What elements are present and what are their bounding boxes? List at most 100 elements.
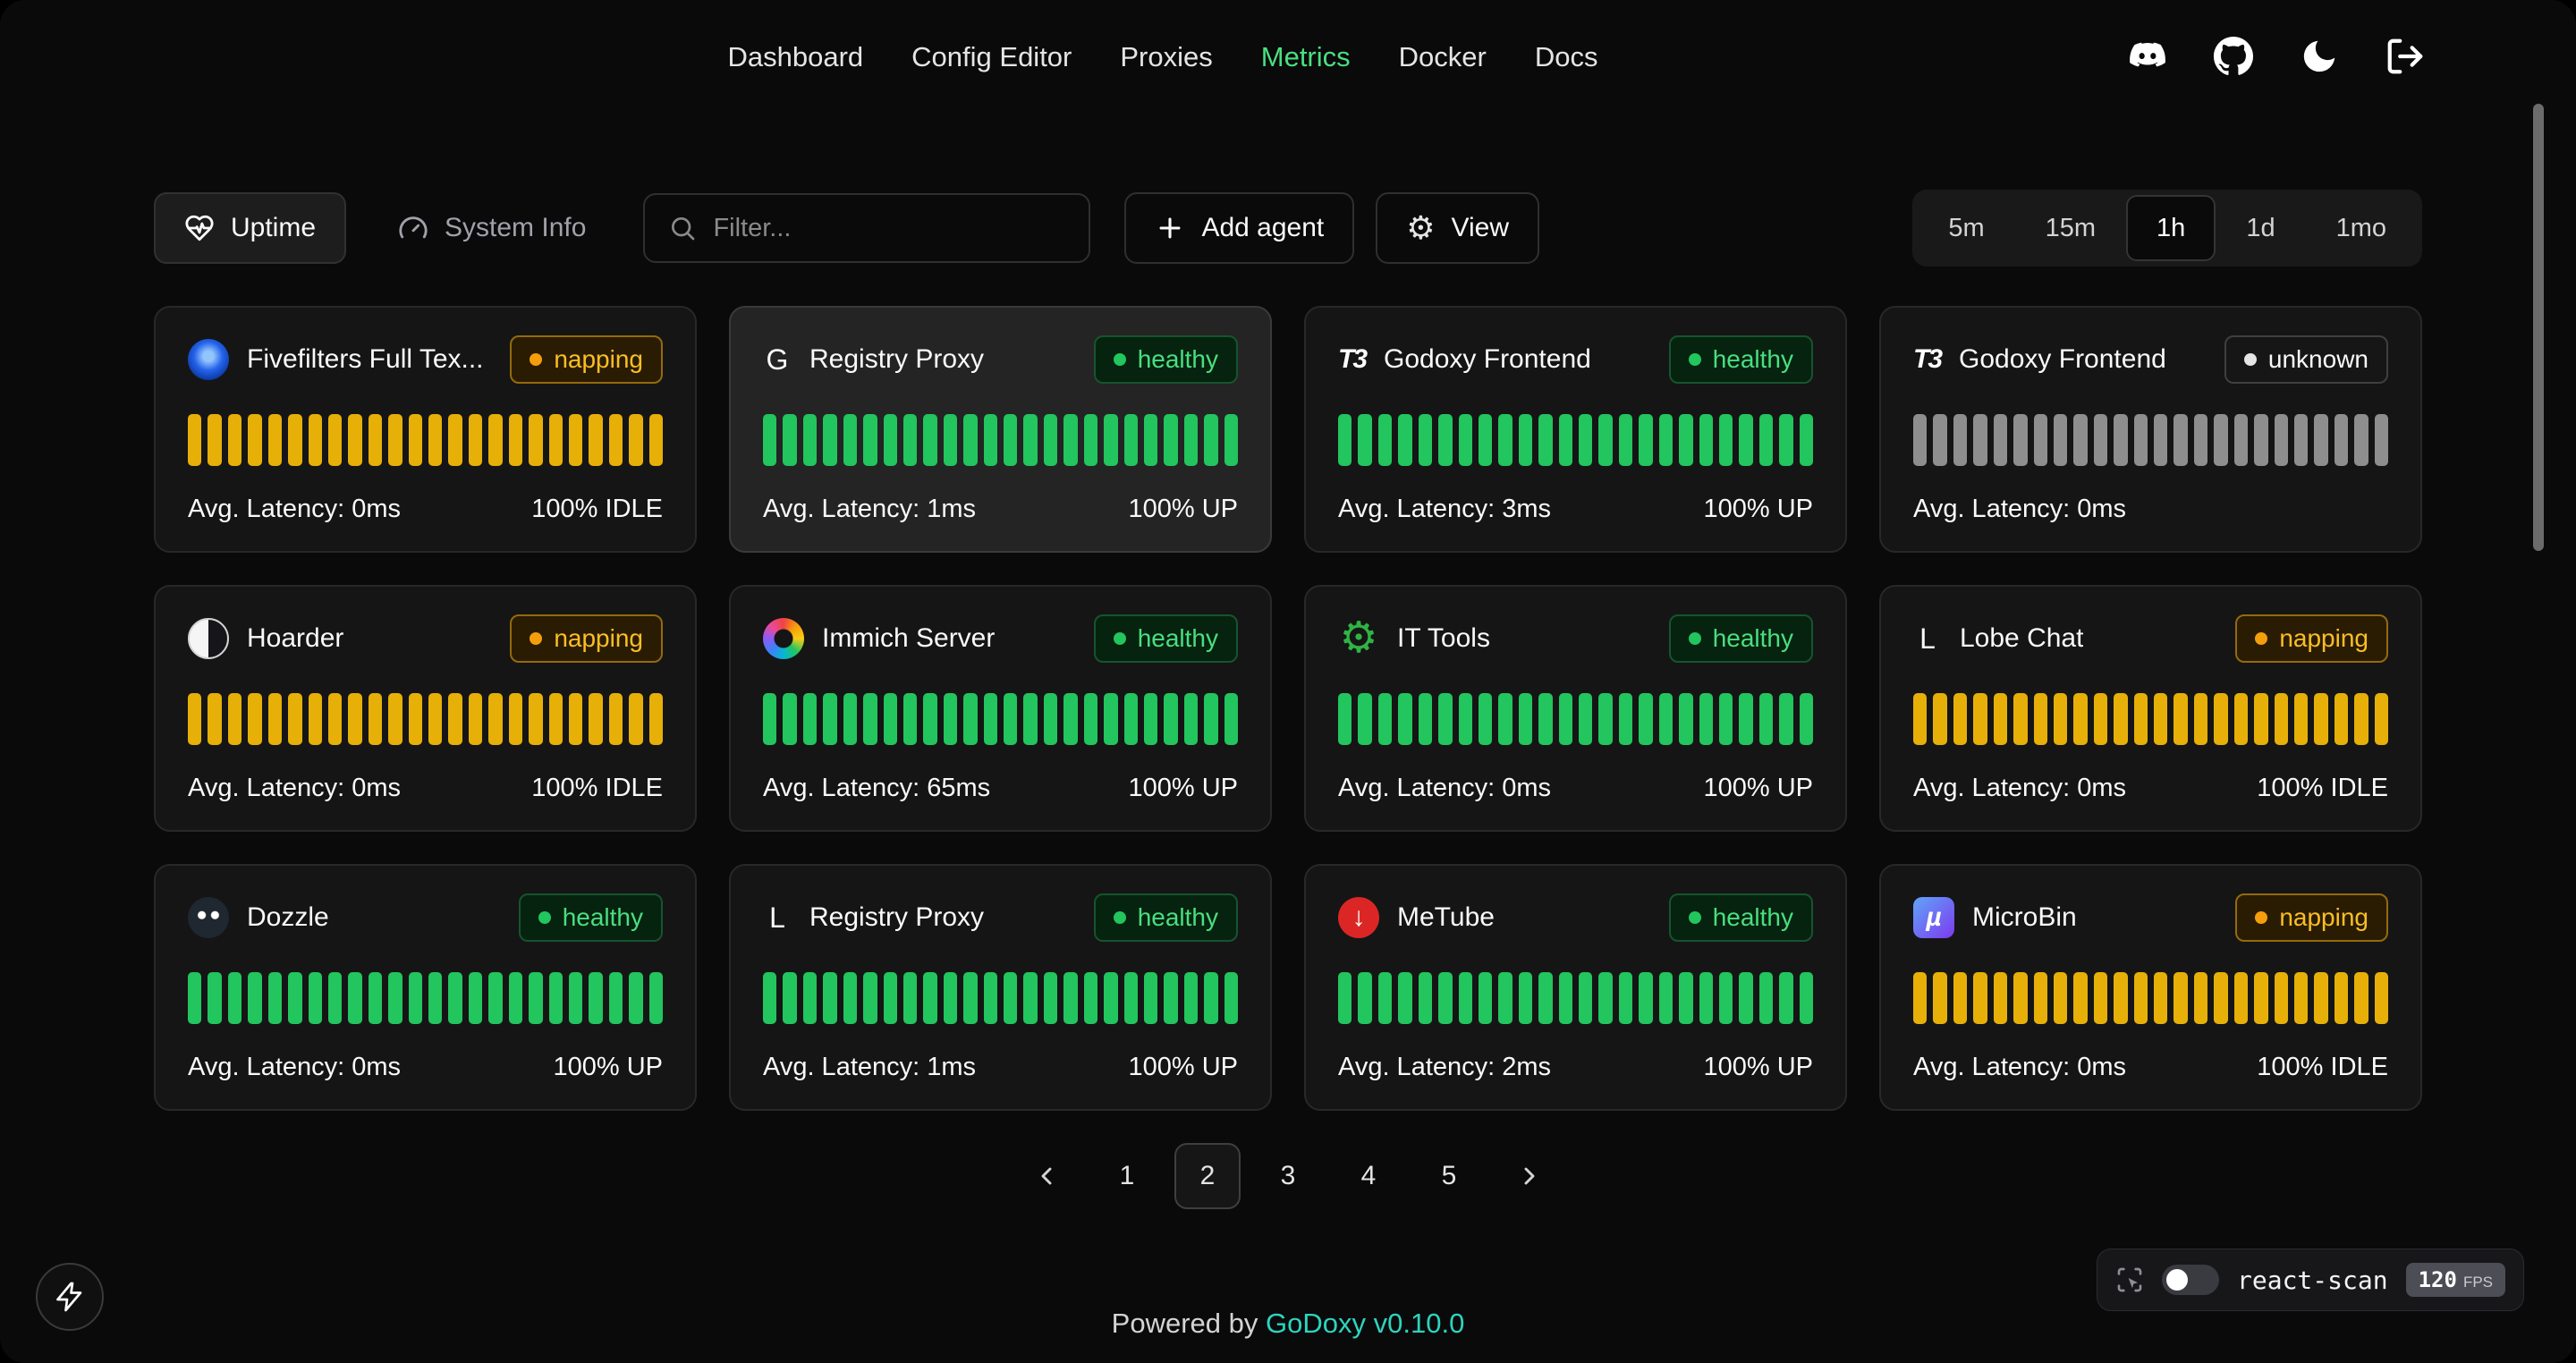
status-dot-icon xyxy=(2255,911,2267,924)
status-label: napping xyxy=(554,345,643,374)
uptime-bar xyxy=(1759,972,1773,1024)
service-card[interactable]: Fivefilters Full Tex... napping Avg. Lat… xyxy=(154,306,697,553)
uptime-bar xyxy=(1538,414,1552,466)
uptime-bar xyxy=(288,693,301,745)
uptime-bar xyxy=(1358,972,1371,1024)
service-name: Registry Proxy xyxy=(809,344,984,375)
uptime-bar xyxy=(1579,693,1592,745)
service-card[interactable]: Hoarder napping Avg. Latency: 0ms 100% I… xyxy=(154,585,697,832)
uptime-bar xyxy=(1559,693,1572,745)
status-badge: healthy xyxy=(1094,893,1238,942)
inspect-icon[interactable] xyxy=(2115,1266,2144,1294)
uptime-bar xyxy=(1104,414,1117,466)
service-card[interactable]: G Registry Proxy healthy Avg. Latency: 1… xyxy=(729,306,1272,553)
uptime-bar xyxy=(428,693,442,745)
service-card[interactable]: L Registry Proxy healthy Avg. Latency: 1… xyxy=(729,864,1272,1111)
service-card[interactable]: T3 Godoxy Frontend healthy Avg. Latency:… xyxy=(1304,306,1847,553)
prev-page-chevron-icon[interactable] xyxy=(1013,1143,1080,1209)
uptime-bar xyxy=(1519,972,1532,1024)
uptime-bar xyxy=(1419,972,1432,1024)
service-card[interactable]: Immich Server healthy Avg. Latency: 65ms… xyxy=(729,585,1272,832)
uptime-bar xyxy=(2073,693,2087,745)
add-agent-button[interactable]: Add agent xyxy=(1124,192,1354,264)
uptime-bar xyxy=(609,972,623,1024)
service-card[interactable]: ↓ MeTube healthy Avg. Latency: 2ms 100% … xyxy=(1304,864,1847,1111)
uptime-bar xyxy=(984,414,997,466)
uptime-tab[interactable]: Uptime xyxy=(154,192,346,264)
uptime-bar xyxy=(2154,693,2167,745)
uptime-bar xyxy=(1498,972,1512,1024)
status-dot-icon xyxy=(1689,632,1701,645)
view-button[interactable]: ⚙ View xyxy=(1376,192,1539,264)
uptime-bar xyxy=(2334,414,2348,466)
card-footer: Avg. Latency: 3ms 100% UP xyxy=(1338,495,1813,524)
uptime-bar xyxy=(1063,414,1077,466)
page-button-4[interactable]: 4 xyxy=(1335,1143,1402,1209)
uptime-bar xyxy=(409,414,422,466)
uptime-bar xyxy=(2334,693,2348,745)
filter-input[interactable] xyxy=(713,214,1065,243)
uptime-bar xyxy=(1953,414,1967,466)
uptime-bar xyxy=(509,972,522,1024)
uptime-bar xyxy=(288,414,301,466)
status-label: healthy xyxy=(1138,624,1218,653)
uptime-bar xyxy=(1144,693,1157,745)
uptime-bar xyxy=(328,414,342,466)
nav-item-docs[interactable]: Docs xyxy=(1535,41,1598,73)
page-button-5[interactable]: 5 xyxy=(1416,1143,1482,1209)
time-range-1mo[interactable]: 1mo xyxy=(2306,195,2417,261)
page-button-2[interactable]: 2 xyxy=(1174,1143,1241,1209)
nav-item-config-editor[interactable]: Config Editor xyxy=(911,41,1072,73)
nav-item-metrics[interactable]: Metrics xyxy=(1261,41,1351,73)
uptime-bar xyxy=(823,693,836,745)
status-dot-icon xyxy=(1689,911,1701,924)
page-button-1[interactable]: 1 xyxy=(1094,1143,1160,1209)
uptime-bar xyxy=(188,693,201,745)
version-text: v0.10.0 xyxy=(1374,1308,1465,1339)
card-header: L Registry Proxy healthy xyxy=(763,893,1238,943)
dark-mode-moon-icon[interactable] xyxy=(2299,36,2340,77)
time-range-15m[interactable]: 15m xyxy=(2015,195,2126,261)
uptime-bar xyxy=(1800,693,1813,745)
nav-item-dashboard[interactable]: Dashboard xyxy=(728,41,864,73)
time-range-1h[interactable]: 1h xyxy=(2126,195,2216,261)
discord-icon[interactable] xyxy=(2127,36,2168,77)
service-card[interactable]: L Lobe Chat napping Avg. Latency: 0ms 10… xyxy=(1879,585,2422,832)
uptime-bar xyxy=(2174,972,2187,1024)
time-range-5m[interactable]: 5m xyxy=(1918,195,2014,261)
github-icon[interactable] xyxy=(2213,36,2254,77)
uptime-bar xyxy=(903,972,917,1024)
uptime-bar xyxy=(944,972,957,1024)
nav-item-docker[interactable]: Docker xyxy=(1399,41,1487,73)
logout-icon[interactable] xyxy=(2385,36,2426,77)
time-range-group: 5m15m1h1d1mo xyxy=(1912,190,2422,267)
godoxy-link[interactable]: GoDoxy xyxy=(1266,1308,1366,1339)
lightning-fab-button[interactable] xyxy=(36,1263,104,1331)
uptime-bar xyxy=(208,414,221,466)
uptime-bar xyxy=(348,414,361,466)
system-info-tab[interactable]: System Info xyxy=(368,192,616,264)
service-card[interactable]: T3 Godoxy Frontend unknown Avg. Latency:… xyxy=(1879,306,2422,553)
page-button-3[interactable]: 3 xyxy=(1255,1143,1321,1209)
uptime-bar xyxy=(2314,414,2327,466)
uptime-bar xyxy=(2114,972,2127,1024)
uptime-bar xyxy=(1619,972,1632,1024)
letter-l-icon: L xyxy=(763,897,792,938)
service-card[interactable]: ⚙ IT Tools healthy Avg. Latency: 0ms 100… xyxy=(1304,585,1847,832)
toggle-knob xyxy=(2166,1269,2188,1291)
service-card[interactable]: µ MicroBin napping Avg. Latency: 0ms 100… xyxy=(1879,864,2422,1111)
next-page-chevron-icon[interactable] xyxy=(1496,1143,1563,1209)
uptime-bar xyxy=(589,414,602,466)
uptime-bar xyxy=(609,414,623,466)
uptime-bar xyxy=(1224,414,1238,466)
uptime-bar xyxy=(1579,972,1592,1024)
uptime-bar xyxy=(803,972,817,1024)
service-card[interactable]: Dozzle healthy Avg. Latency: 0ms 100% UP xyxy=(154,864,697,1111)
nav-item-proxies[interactable]: Proxies xyxy=(1120,41,1212,73)
react-scan-toggle[interactable] xyxy=(2162,1265,2219,1295)
uptime-bar xyxy=(1104,972,1117,1024)
uptime-bar xyxy=(2314,972,2327,1024)
time-range-1d[interactable]: 1d xyxy=(2216,195,2305,261)
scrollbar-thumb[interactable] xyxy=(2533,104,2544,551)
uptime-bar xyxy=(1084,414,1097,466)
